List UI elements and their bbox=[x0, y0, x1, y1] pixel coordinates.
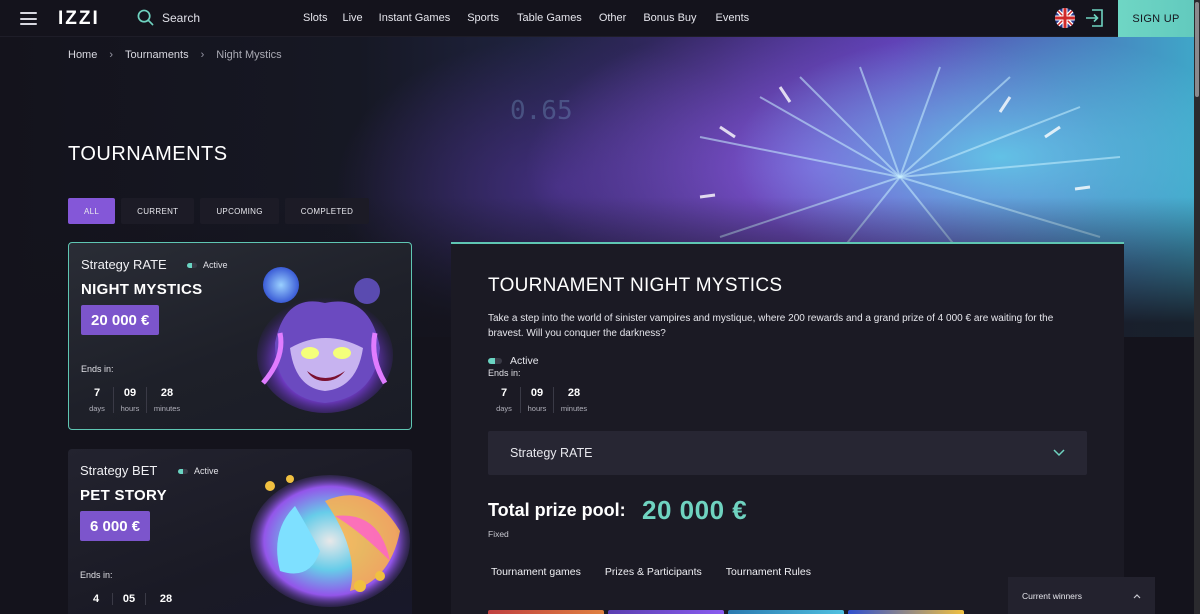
card-status-label: Active bbox=[203, 260, 228, 270]
detail-timer: 7 days 09 hours 28 minutes bbox=[488, 387, 594, 413]
timer-minutes: 28 bbox=[567, 387, 581, 399]
nav-instant-games[interactable]: Instant Games bbox=[379, 12, 451, 24]
current-winners-label: Current winners bbox=[1022, 590, 1082, 601]
game-thumbnail[interactable] bbox=[608, 610, 724, 614]
timer-days: 7 bbox=[93, 387, 101, 399]
detail-tabs: Tournament games Prizes & Participants T… bbox=[491, 566, 811, 578]
active-toggle-icon bbox=[187, 262, 197, 268]
breadcrumb-home[interactable]: Home bbox=[68, 49, 97, 61]
card-timer: 7 days 09 hours 28 minutes bbox=[81, 387, 187, 413]
nav-sports[interactable]: Sports bbox=[467, 12, 499, 24]
login-icon[interactable] bbox=[1084, 7, 1106, 29]
filter-upcoming[interactable]: UPCOMING bbox=[200, 198, 279, 224]
site-logo[interactable]: IZZI bbox=[58, 8, 100, 30]
card-status: Active bbox=[187, 260, 228, 270]
scrollbar-thumb[interactable] bbox=[1195, 2, 1199, 97]
main-nav: Slots Live Instant Games Sports Table Ga… bbox=[303, 12, 749, 24]
timer-days-unit: days bbox=[89, 404, 105, 413]
timer-hours-unit: hours bbox=[120, 404, 140, 413]
detail-title: TOURNAMENT NIGHT MYSTICS bbox=[488, 275, 783, 296]
tab-prizes-participants[interactable]: Prizes & Participants bbox=[605, 566, 702, 578]
card-ends-label: Ends in: bbox=[81, 364, 114, 374]
breadcrumb-tournaments[interactable]: Tournaments bbox=[125, 49, 189, 61]
detail-description: Take a step into the world of sinister v… bbox=[488, 313, 1054, 339]
timer-hours: 05 bbox=[122, 593, 136, 605]
page-scrollbar[interactable] bbox=[1194, 0, 1200, 614]
svg-text:0.65: 0.65 bbox=[510, 96, 573, 126]
card-strategy: Strategy RATE bbox=[81, 257, 167, 272]
detail-status: Active bbox=[488, 355, 539, 367]
chevron-right-icon: › bbox=[109, 49, 114, 61]
top-header: IZZI Search Slots Live Instant Games Spo… bbox=[0, 0, 1194, 37]
signup-button[interactable]: SIGN UP bbox=[1118, 0, 1194, 37]
nav-live[interactable]: Live bbox=[342, 12, 362, 24]
timer-hours: 09 bbox=[530, 387, 544, 399]
breadcrumb: Home › Tournaments › Night Mystics bbox=[68, 49, 282, 61]
uk-flag-icon[interactable] bbox=[1055, 8, 1075, 28]
menu-icon[interactable] bbox=[20, 12, 37, 25]
tournament-art-image bbox=[257, 267, 393, 413]
search-button[interactable]: Search bbox=[137, 9, 200, 26]
timer-days-unit: days bbox=[496, 404, 512, 413]
card-prize: 20 000 € bbox=[81, 305, 160, 335]
game-thumbnail[interactable] bbox=[488, 610, 604, 614]
prize-pool-value: 20 000 € bbox=[642, 495, 748, 525]
timer-days: 7 bbox=[500, 387, 508, 399]
card-title: NIGHT MYSTICS bbox=[81, 281, 203, 298]
tab-tournament-rules[interactable]: Tournament Rules bbox=[726, 566, 811, 578]
nav-slots[interactable]: Slots bbox=[303, 12, 327, 24]
card-title: PET STORY bbox=[80, 487, 167, 504]
game-thumbnails bbox=[488, 610, 964, 614]
strategy-dropdown[interactable]: Strategy RATE bbox=[488, 431, 1087, 475]
active-toggle-icon bbox=[488, 358, 502, 364]
detail-status-label: Active bbox=[510, 355, 539, 367]
timer-minutes: 28 bbox=[159, 593, 173, 605]
tournament-filters: ALL CURRENT UPCOMING COMPLETED bbox=[68, 198, 370, 224]
tournament-art-image bbox=[250, 475, 410, 607]
nav-events[interactable]: Events bbox=[716, 12, 750, 24]
tab-tournament-games[interactable]: Tournament games bbox=[491, 566, 581, 578]
timer-hours: 09 bbox=[123, 387, 137, 399]
current-winners-toggle[interactable]: Current winners bbox=[1008, 577, 1155, 614]
timer-days: 4 bbox=[92, 593, 100, 605]
game-thumbnail[interactable] bbox=[728, 610, 844, 614]
detail-ends-label: Ends in: bbox=[488, 368, 521, 378]
nav-bonus-buy[interactable]: Bonus Buy bbox=[643, 12, 696, 24]
timer-minutes-unit: minutes bbox=[560, 404, 588, 413]
search-icon bbox=[137, 9, 154, 26]
tournament-detail-panel: TOURNAMENT NIGHT MYSTICS Take a step int… bbox=[451, 242, 1124, 614]
breadcrumb-current: Night Mystics bbox=[216, 49, 282, 61]
active-toggle-icon bbox=[178, 468, 188, 474]
tournament-card-pet-story[interactable]: Strategy BET Active PET STORY 6 000 € En… bbox=[68, 449, 412, 614]
timer-minutes: 28 bbox=[160, 387, 174, 399]
card-strategy: Strategy BET bbox=[80, 463, 158, 478]
prize-pool-label: Total prize pool: bbox=[488, 500, 626, 520]
game-thumbnail[interactable] bbox=[848, 610, 964, 614]
timer-hours-unit: hours bbox=[527, 404, 547, 413]
page-title: TOURNAMENTS bbox=[68, 143, 228, 165]
card-status: Active bbox=[178, 466, 219, 476]
card-status-label: Active bbox=[194, 466, 219, 476]
tournament-card-night-mystics[interactable]: Strategy RATE Active NIGHT MYSTICS 20 00… bbox=[68, 242, 412, 430]
timer-minutes-unit: minutes bbox=[153, 404, 181, 413]
nav-table-games[interactable]: Table Games bbox=[517, 12, 582, 24]
card-prize: 6 000 € bbox=[80, 511, 151, 541]
card-ends-label: Ends in: bbox=[80, 570, 113, 580]
chevron-down-icon bbox=[1053, 449, 1065, 457]
search-label: Search bbox=[162, 10, 201, 25]
nav-other[interactable]: Other bbox=[599, 12, 627, 24]
chevron-up-icon bbox=[1133, 593, 1141, 598]
filter-all[interactable]: ALL bbox=[68, 198, 116, 224]
filter-completed[interactable]: COMPLETED bbox=[284, 198, 370, 224]
strategy-label: Strategy RATE bbox=[510, 446, 593, 460]
filter-current[interactable]: CURRENT bbox=[121, 198, 195, 224]
prize-type: Fixed bbox=[488, 529, 509, 539]
chevron-right-icon: › bbox=[200, 49, 205, 61]
card-timer: 4 05 28 bbox=[80, 593, 186, 605]
